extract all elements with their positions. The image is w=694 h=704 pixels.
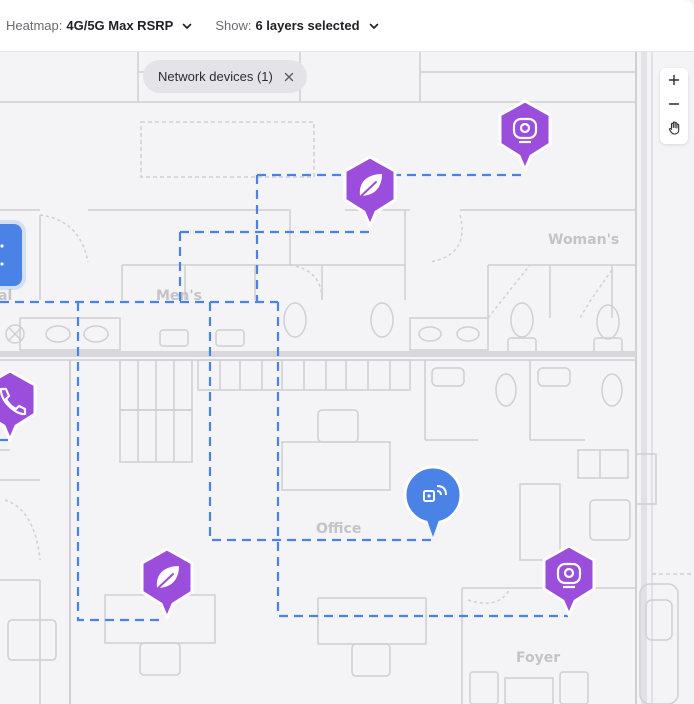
plus-icon: [668, 74, 680, 86]
show-layers-dropdown[interactable]: Show: 6 layers selected: [215, 18, 379, 33]
zoom-out-button[interactable]: [660, 92, 688, 116]
side-panel-handle[interactable]: [0, 224, 22, 286]
heatmap-value: 4G/5G Max RSRP: [66, 18, 174, 33]
pan-button[interactable]: [660, 116, 688, 140]
heatmap-label: Heatmap:: [6, 18, 63, 33]
close-icon[interactable]: [283, 71, 295, 83]
show-label: Show:: [215, 18, 252, 33]
map-toolbar: Heatmap: 4G/5G Max RSRP Show: 6 layers s…: [0, 0, 694, 52]
hand-icon: [668, 121, 679, 135]
network-devices-filter-chip[interactable]: Network devices (1): [143, 60, 307, 93]
room-label-womens: Woman's: [548, 232, 619, 248]
dots-icon: [0, 244, 4, 266]
floor-plan-map[interactable]: Woman's Men's Office Foyer al: [0, 52, 694, 704]
chevron-down-icon: [183, 23, 192, 29]
room-label-foyer: Foyer: [516, 650, 560, 666]
room-label-office: Office: [316, 521, 361, 537]
minus-icon: [668, 103, 680, 105]
heatmap-dropdown[interactable]: Heatmap: 4G/5G Max RSRP: [6, 18, 193, 33]
filter-chip-label: Network devices (1): [158, 69, 273, 84]
chevron-down-icon: [369, 23, 378, 29]
show-value: 6 layers selected: [255, 18, 360, 33]
zoom-in-button[interactable]: [660, 68, 688, 92]
zoom-controls: [660, 68, 688, 144]
